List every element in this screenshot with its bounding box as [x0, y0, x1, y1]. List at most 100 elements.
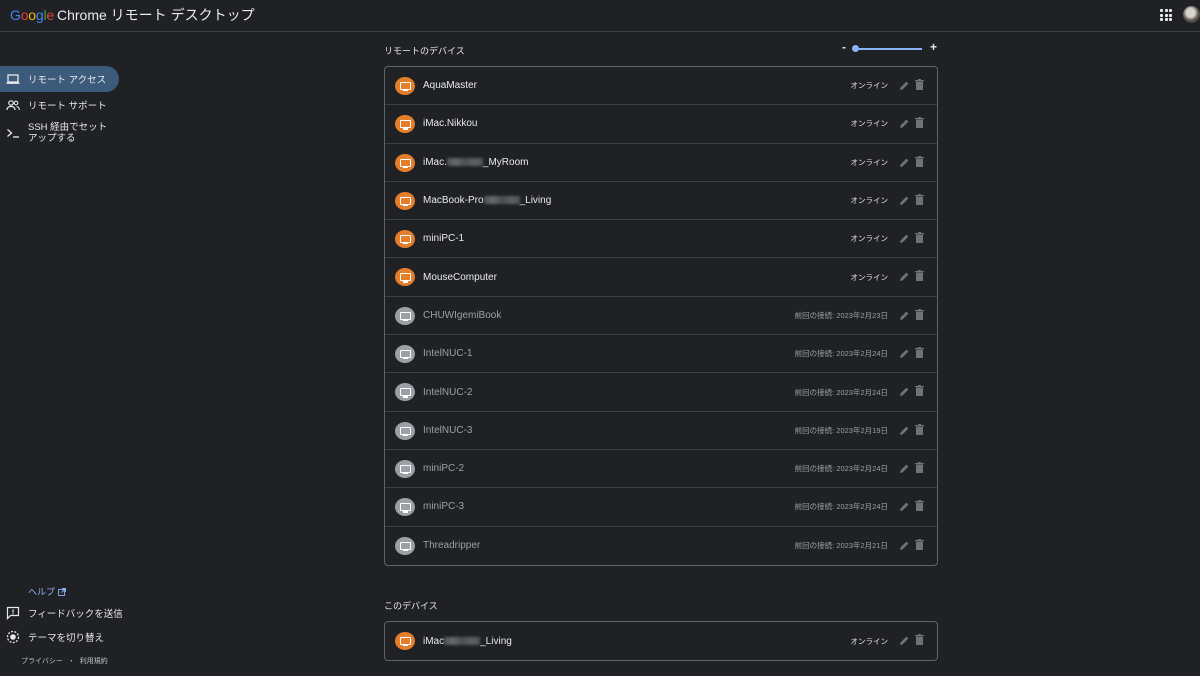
device-status: オンライン — [850, 272, 889, 282]
device-row[interactable]: iMac.Nikkou オンライン — [385, 105, 937, 144]
delete-trash-icon[interactable] — [915, 308, 924, 320]
remote-desktop-icon — [395, 115, 415, 134]
edit-pencil-icon[interactable] — [899, 501, 909, 512]
device-name: iMac. _MyRoom — [423, 157, 528, 168]
device-name: MacBook-Pro _Living — [423, 195, 551, 206]
terms-link[interactable]: 利用規約 — [80, 658, 108, 665]
edit-pencil-icon[interactable] — [899, 310, 909, 321]
laptop-icon — [6, 72, 20, 86]
device-status: 前回の接続: 2023年2月21日 — [794, 541, 888, 551]
delete-trash-icon[interactable] — [915, 538, 924, 550]
device-row[interactable]: iMac _Living オンライン — [385, 622, 937, 660]
device-status: 前回の接続: 2023年2月24日 — [794, 502, 888, 512]
privacy-link[interactable]: プライバシー — [21, 658, 63, 665]
device-row[interactable]: miniPC-2 前回の接続: 2023年2月24日 — [385, 450, 937, 489]
help-label: ヘルプ — [28, 587, 56, 597]
edit-pencil-icon[interactable] — [899, 271, 909, 282]
edit-pencil-icon[interactable] — [899, 80, 909, 91]
zoom-slider[interactable]: - + — [842, 40, 942, 56]
delete-trash-icon[interactable] — [915, 347, 924, 359]
help-link[interactable]: ヘルプ — [28, 585, 66, 598]
redacted-blur — [444, 637, 481, 645]
device-row[interactable]: IntelNUC-2 前回の接続: 2023年2月24日 — [385, 373, 937, 412]
delete-trash-icon[interactable] — [915, 270, 924, 282]
sidebar-item-remote-access[interactable]: リモート アクセス — [0, 66, 119, 92]
edit-pencil-icon[interactable] — [899, 540, 909, 551]
sidebar-item-ssh-setup[interactable]: SSH 経由でセットアップする — [0, 122, 119, 144]
delete-trash-icon[interactable] — [915, 79, 924, 90]
zoom-in-button[interactable]: + — [930, 40, 937, 54]
google-logo: Google — [10, 7, 54, 23]
edit-pencil-icon[interactable] — [899, 635, 909, 646]
device-name-suffix: _Living — [519, 195, 552, 207]
device-status: オンライン — [850, 157, 889, 167]
device-name: miniPC-2 — [423, 463, 465, 475]
delete-trash-icon[interactable] — [915, 634, 924, 645]
device-row[interactable]: CHUWIgemiBook 前回の接続: 2023年2月23日 — [385, 297, 937, 336]
sidebar-item-remote-support[interactable]: リモート サポート — [0, 92, 119, 118]
footer-links: プライバシー ・ 利用規約 — [21, 656, 108, 666]
delete-trash-icon[interactable] — [915, 461, 924, 473]
edit-pencil-icon[interactable] — [899, 386, 909, 397]
device-row[interactable]: AquaMaster オンライン — [385, 67, 937, 106]
device-status: 前回の接続: 2023年2月24日 — [794, 349, 888, 359]
device-row[interactable]: miniPC-1 オンライン — [385, 220, 937, 259]
device-status: オンライン — [850, 196, 889, 206]
delete-trash-icon[interactable] — [915, 500, 924, 512]
this-device-list: iMac _Living オンライン — [384, 621, 938, 662]
device-status: 前回の接続: 2023年2月19日 — [794, 425, 888, 435]
delete-trash-icon[interactable] — [915, 117, 924, 129]
remote-desktop-icon — [395, 268, 415, 287]
device-row[interactable]: IntelNUC-3 前回の接続: 2023年2月19日 — [385, 412, 937, 450]
edit-pencil-icon[interactable] — [899, 157, 909, 168]
edit-pencil-icon[interactable] — [899, 425, 909, 436]
app-title-text: Chrome リモート デスクトップ — [57, 7, 255, 23]
device-row[interactable]: miniPC-3 前回の接続: 2023年2月24日 — [385, 488, 937, 527]
remote-desktop-icon — [395, 77, 415, 95]
device-name: IntelNUC-1 — [423, 348, 473, 360]
device-name: miniPC-3 — [423, 501, 465, 513]
device-name: MouseComputer — [423, 271, 497, 283]
people-icon — [6, 98, 20, 112]
theme-label: テーマを切り替え — [28, 633, 105, 644]
this-device-title: このデバイス — [384, 601, 438, 611]
zoom-track[interactable] — [854, 48, 922, 50]
delete-trash-icon[interactable] — [915, 385, 924, 397]
edit-pencil-icon[interactable] — [899, 118, 909, 129]
device-status: 前回の接続: 2023年2月24日 — [794, 464, 888, 474]
device-row[interactable]: MouseComputer オンライン — [385, 258, 937, 297]
feedback-icon — [6, 606, 20, 620]
remote-desktop-icon — [395, 345, 415, 364]
device-name-prefix: MacBook-Pro — [423, 195, 484, 207]
account-avatar[interactable] — [1183, 6, 1200, 23]
remote-device-list: AquaMaster オンライン iMac.Nikkou オンライン iMac.… — [384, 66, 938, 566]
feedback-button[interactable]: フィードバックを送信 — [6, 606, 123, 620]
google-apps-icon[interactable] — [1160, 9, 1172, 21]
remote-desktop-icon — [395, 421, 415, 440]
device-name-suffix: _Living — [480, 635, 512, 647]
edit-pencil-icon[interactable] — [899, 233, 909, 244]
device-row[interactable]: MacBook-Pro _Living オンライン — [385, 182, 937, 221]
remote-devices-title: リモートのデバイス — [384, 46, 465, 56]
redacted-blur — [446, 158, 483, 167]
zoom-out-button[interactable]: - — [842, 40, 846, 54]
redacted-blur — [483, 196, 520, 205]
edit-pencil-icon[interactable] — [899, 195, 909, 206]
delete-trash-icon[interactable] — [915, 232, 924, 244]
remote-desktop-icon — [395, 383, 415, 402]
device-row[interactable]: IntelNUC-1 前回の接続: 2023年2月24日 — [385, 335, 937, 374]
zoom-handle[interactable] — [852, 45, 859, 52]
theme-toggle-button[interactable]: テーマを切り替え — [6, 630, 104, 644]
delete-trash-icon[interactable] — [915, 155, 924, 167]
remote-desktop-icon — [395, 191, 415, 210]
edit-pencil-icon[interactable] — [899, 348, 909, 359]
remote-desktop-icon — [395, 153, 415, 172]
remote-desktop-icon — [395, 536, 415, 555]
delete-trash-icon[interactable] — [915, 423, 924, 435]
device-status: オンライン — [850, 636, 889, 646]
edit-pencil-icon[interactable] — [899, 463, 909, 474]
device-row[interactable]: iMac. _MyRoom オンライン — [385, 144, 937, 182]
sidebar-item-label: リモート アクセス — [28, 75, 107, 86]
device-row[interactable]: Threadripper 前回の接続: 2023年2月21日 — [385, 527, 937, 565]
delete-trash-icon[interactable] — [915, 193, 924, 205]
